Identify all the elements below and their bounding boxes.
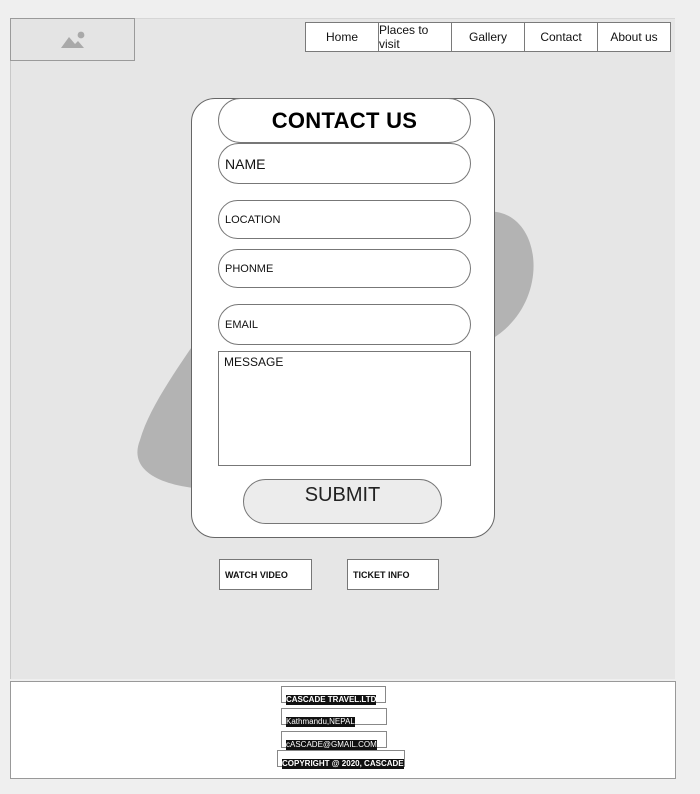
form-title: CONTACT US: [218, 98, 471, 143]
name-field[interactable]: NAME: [218, 143, 471, 184]
footer-email[interactable]: cASCADE@GMAIL.COM: [281, 731, 387, 750]
nav-contact[interactable]: Contact: [524, 22, 598, 52]
footer-address-text: Kathmandu,NEPAL: [286, 717, 355, 727]
watch-video-button[interactable]: WATCH VIDEO: [219, 559, 312, 590]
nav-gallery[interactable]: Gallery: [451, 22, 525, 52]
footer-company: CASCADE TRAVEL.LTD: [281, 686, 386, 705]
footer-email-text: cASCADE@GMAIL.COM: [286, 740, 377, 750]
phone-field[interactable]: PHONME: [218, 249, 471, 288]
image-placeholder-icon: [60, 31, 84, 48]
nav-home[interactable]: Home: [305, 22, 379, 52]
nav-places-to-visit[interactable]: Places to visit: [378, 22, 452, 52]
message-textarea[interactable]: MESSAGE: [218, 351, 471, 466]
footer-copyright-text: COPYRIGHT @ 2020, CASCADE: [282, 759, 404, 769]
location-field[interactable]: LOCATION: [218, 200, 471, 239]
nav-about-us[interactable]: About us: [597, 22, 671, 52]
footer-address: Kathmandu,NEPAL: [281, 708, 387, 727]
logo-placeholder[interactable]: [10, 18, 135, 61]
email-field[interactable]: EMAIL: [218, 304, 471, 345]
submit-button[interactable]: SUBMIT: [243, 479, 442, 524]
footer-copyright: COPYRIGHT @ 2020, CASCADE: [277, 750, 405, 769]
footer-company-text: CASCADE TRAVEL.LTD: [286, 695, 377, 705]
ticket-info-button[interactable]: TICKET INFO: [347, 559, 439, 590]
top-nav: Home Places to visit Gallery Contact Abo…: [305, 22, 671, 52]
